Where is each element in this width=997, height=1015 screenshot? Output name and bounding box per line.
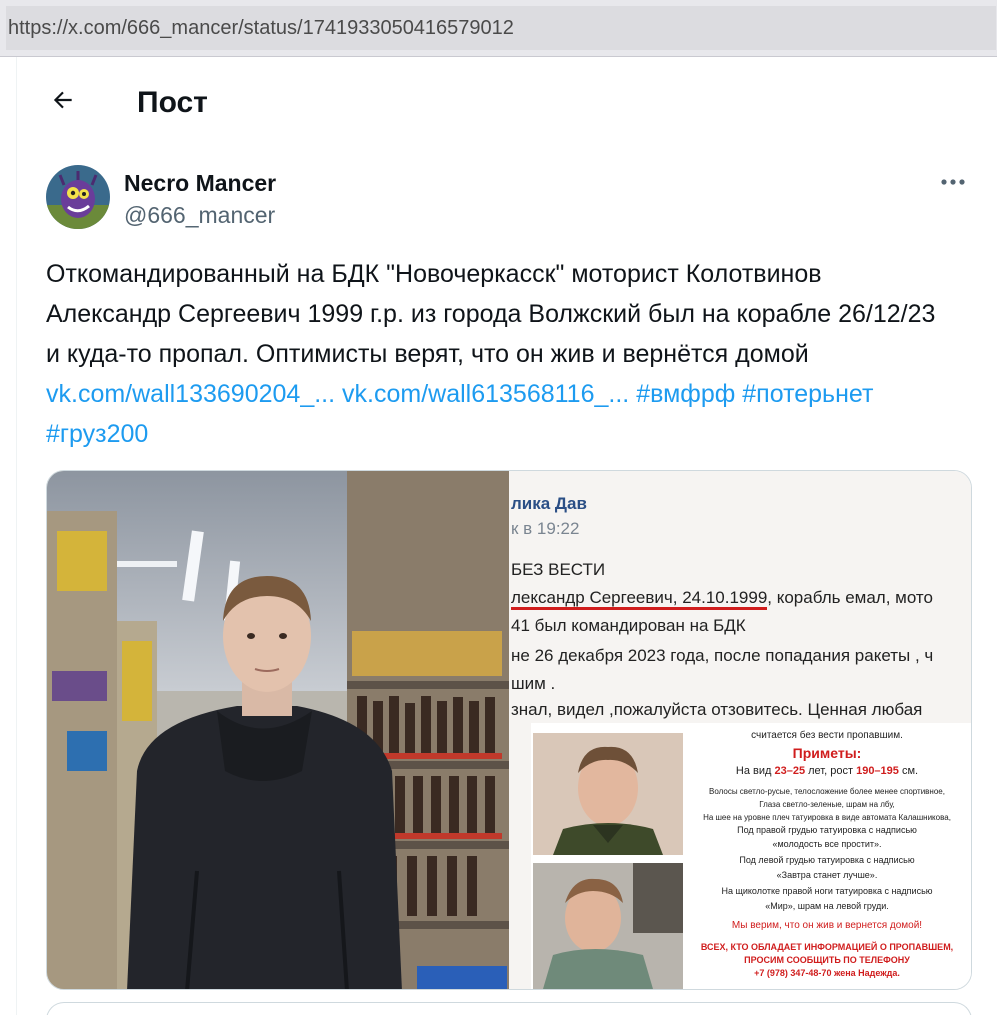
tweet-link-2[interactable]: vk.com/wall613568116_... (342, 380, 629, 408)
author-handle[interactable]: @666_mancer (124, 201, 275, 229)
poster-text: На щиколотке правой ноги татуировка с на… (721, 886, 933, 896)
quoted-card-edge[interactable] (46, 1002, 972, 1015)
post-line-3: 41 был командирован на БДК (511, 616, 746, 635)
poster-age-height: На вид 23–25 лет, рост 190–195 см. (681, 765, 971, 778)
post-author: лика Дав (511, 494, 587, 513)
poster-height-prefix: лет, рост (805, 765, 857, 777)
poster-height-unit: см. (898, 765, 919, 777)
poster-call-text: ВСЕХ, КТО ОБЛАДАЕТ ИНФОРМАЦИЕЙ О ПРОПАВШ… (700, 942, 954, 952)
page-title: Пост (137, 86, 208, 119)
poster-text: «Мир», шрам на левой груди. (765, 901, 889, 911)
poster-text: Под правой грудью татуировка с надписью (737, 825, 917, 835)
tweet-author: Necro Mancer @666_mancer (46, 165, 976, 231)
poster-text: Глаза светло-зеленые, шрам на лбу, (759, 800, 895, 809)
hashtag-poternet[interactable]: #потерьнет (742, 380, 873, 408)
page-header: Пост (17, 57, 997, 153)
back-button[interactable] (42, 79, 84, 121)
post-time: к в 19:22 (511, 519, 580, 538)
poster-hope-text: Мы верим, что он жив и вернется домой! (731, 920, 923, 931)
poster-age-prefix: На вид (735, 765, 775, 777)
post-page: Пост Necro Mancer @666_mancer Откомандир… (0, 57, 997, 1015)
author-name[interactable]: Necro Mancer (124, 169, 276, 197)
poster-signs-heading: Приметы: (792, 745, 862, 761)
missing-poster: считается без вести пропавшим. Приметы: … (531, 723, 971, 989)
missing-person-post-screenshot[interactable]: лика Дав к в 19:22 БЕЗ ВЕСТИ лександр Се… (509, 471, 971, 989)
post-line-6: знал, видел ,пожалуйста отзовитесь. Ценн… (511, 700, 923, 719)
poster-text: «молодость все простит». (772, 839, 882, 849)
poster-height: 190–195 (856, 765, 899, 777)
tweet-text: Откомандированный на БДК "Новочеркасск" … (46, 254, 946, 454)
poster-text: Под левой грудью татуировка с надписью (739, 855, 915, 865)
post-line-1: БЕЗ ВЕСТИ (511, 560, 606, 579)
tweet-link-1[interactable]: vk.com/wall133690204_... (46, 380, 335, 408)
poster-photo-uniform (533, 733, 683, 855)
poster-text: Волосы светло-русые, телосложение более … (709, 787, 945, 796)
browser-address-bar[interactable]: https://x.com/666_mancer/status/17419330… (0, 0, 997, 57)
avatar[interactable] (46, 165, 110, 229)
poster-age: 23–25 (774, 765, 806, 777)
post-line-2-highlight: лександр Сергеевич, 24.10.1999 (511, 588, 768, 610)
tweet-media[interactable]: лика Дав к в 19:22 БЕЗ ВЕСТИ лександр Се… (46, 470, 972, 990)
post-line-5: шим . (511, 674, 556, 693)
poster-text: считается без вести пропавшим. (751, 730, 903, 741)
post-line-2-rest: , корабль емал, мото (767, 588, 933, 607)
more-horizontal-icon (941, 179, 965, 185)
poster-call-text: ПРОСИМ СООБЩИТЬ ПО ТЕЛЕФОНУ (744, 955, 910, 965)
tweet-body: Откомандированный на БДК "Новочеркасск" … (46, 260, 936, 368)
column-divider (16, 57, 17, 1015)
post-line-2: лександр Сергеевич, 24.10.1999, корабль … (511, 587, 933, 610)
more-options-button[interactable] (936, 171, 970, 193)
poster-text: На шее на уровне плеч татуировка в виде … (703, 813, 951, 822)
poster-photo-selfie (533, 863, 683, 989)
arrow-left-icon (53, 91, 72, 109)
url-text[interactable]: https://x.com/666_mancer/status/17419330… (6, 6, 996, 50)
post-line-4: не 26 декабря 2023 года, после попадания… (511, 646, 934, 665)
hashtag-gruz200[interactable]: #груз200 (46, 420, 148, 448)
poster-text: «Завтра станет лучше». (776, 870, 878, 880)
hashtag-vmfrf[interactable]: #вмфрф (636, 380, 735, 408)
photo-man-in-store[interactable] (47, 471, 509, 989)
poster-phone: +7 (978) 347-48-70 жена Надежда. (754, 968, 900, 978)
